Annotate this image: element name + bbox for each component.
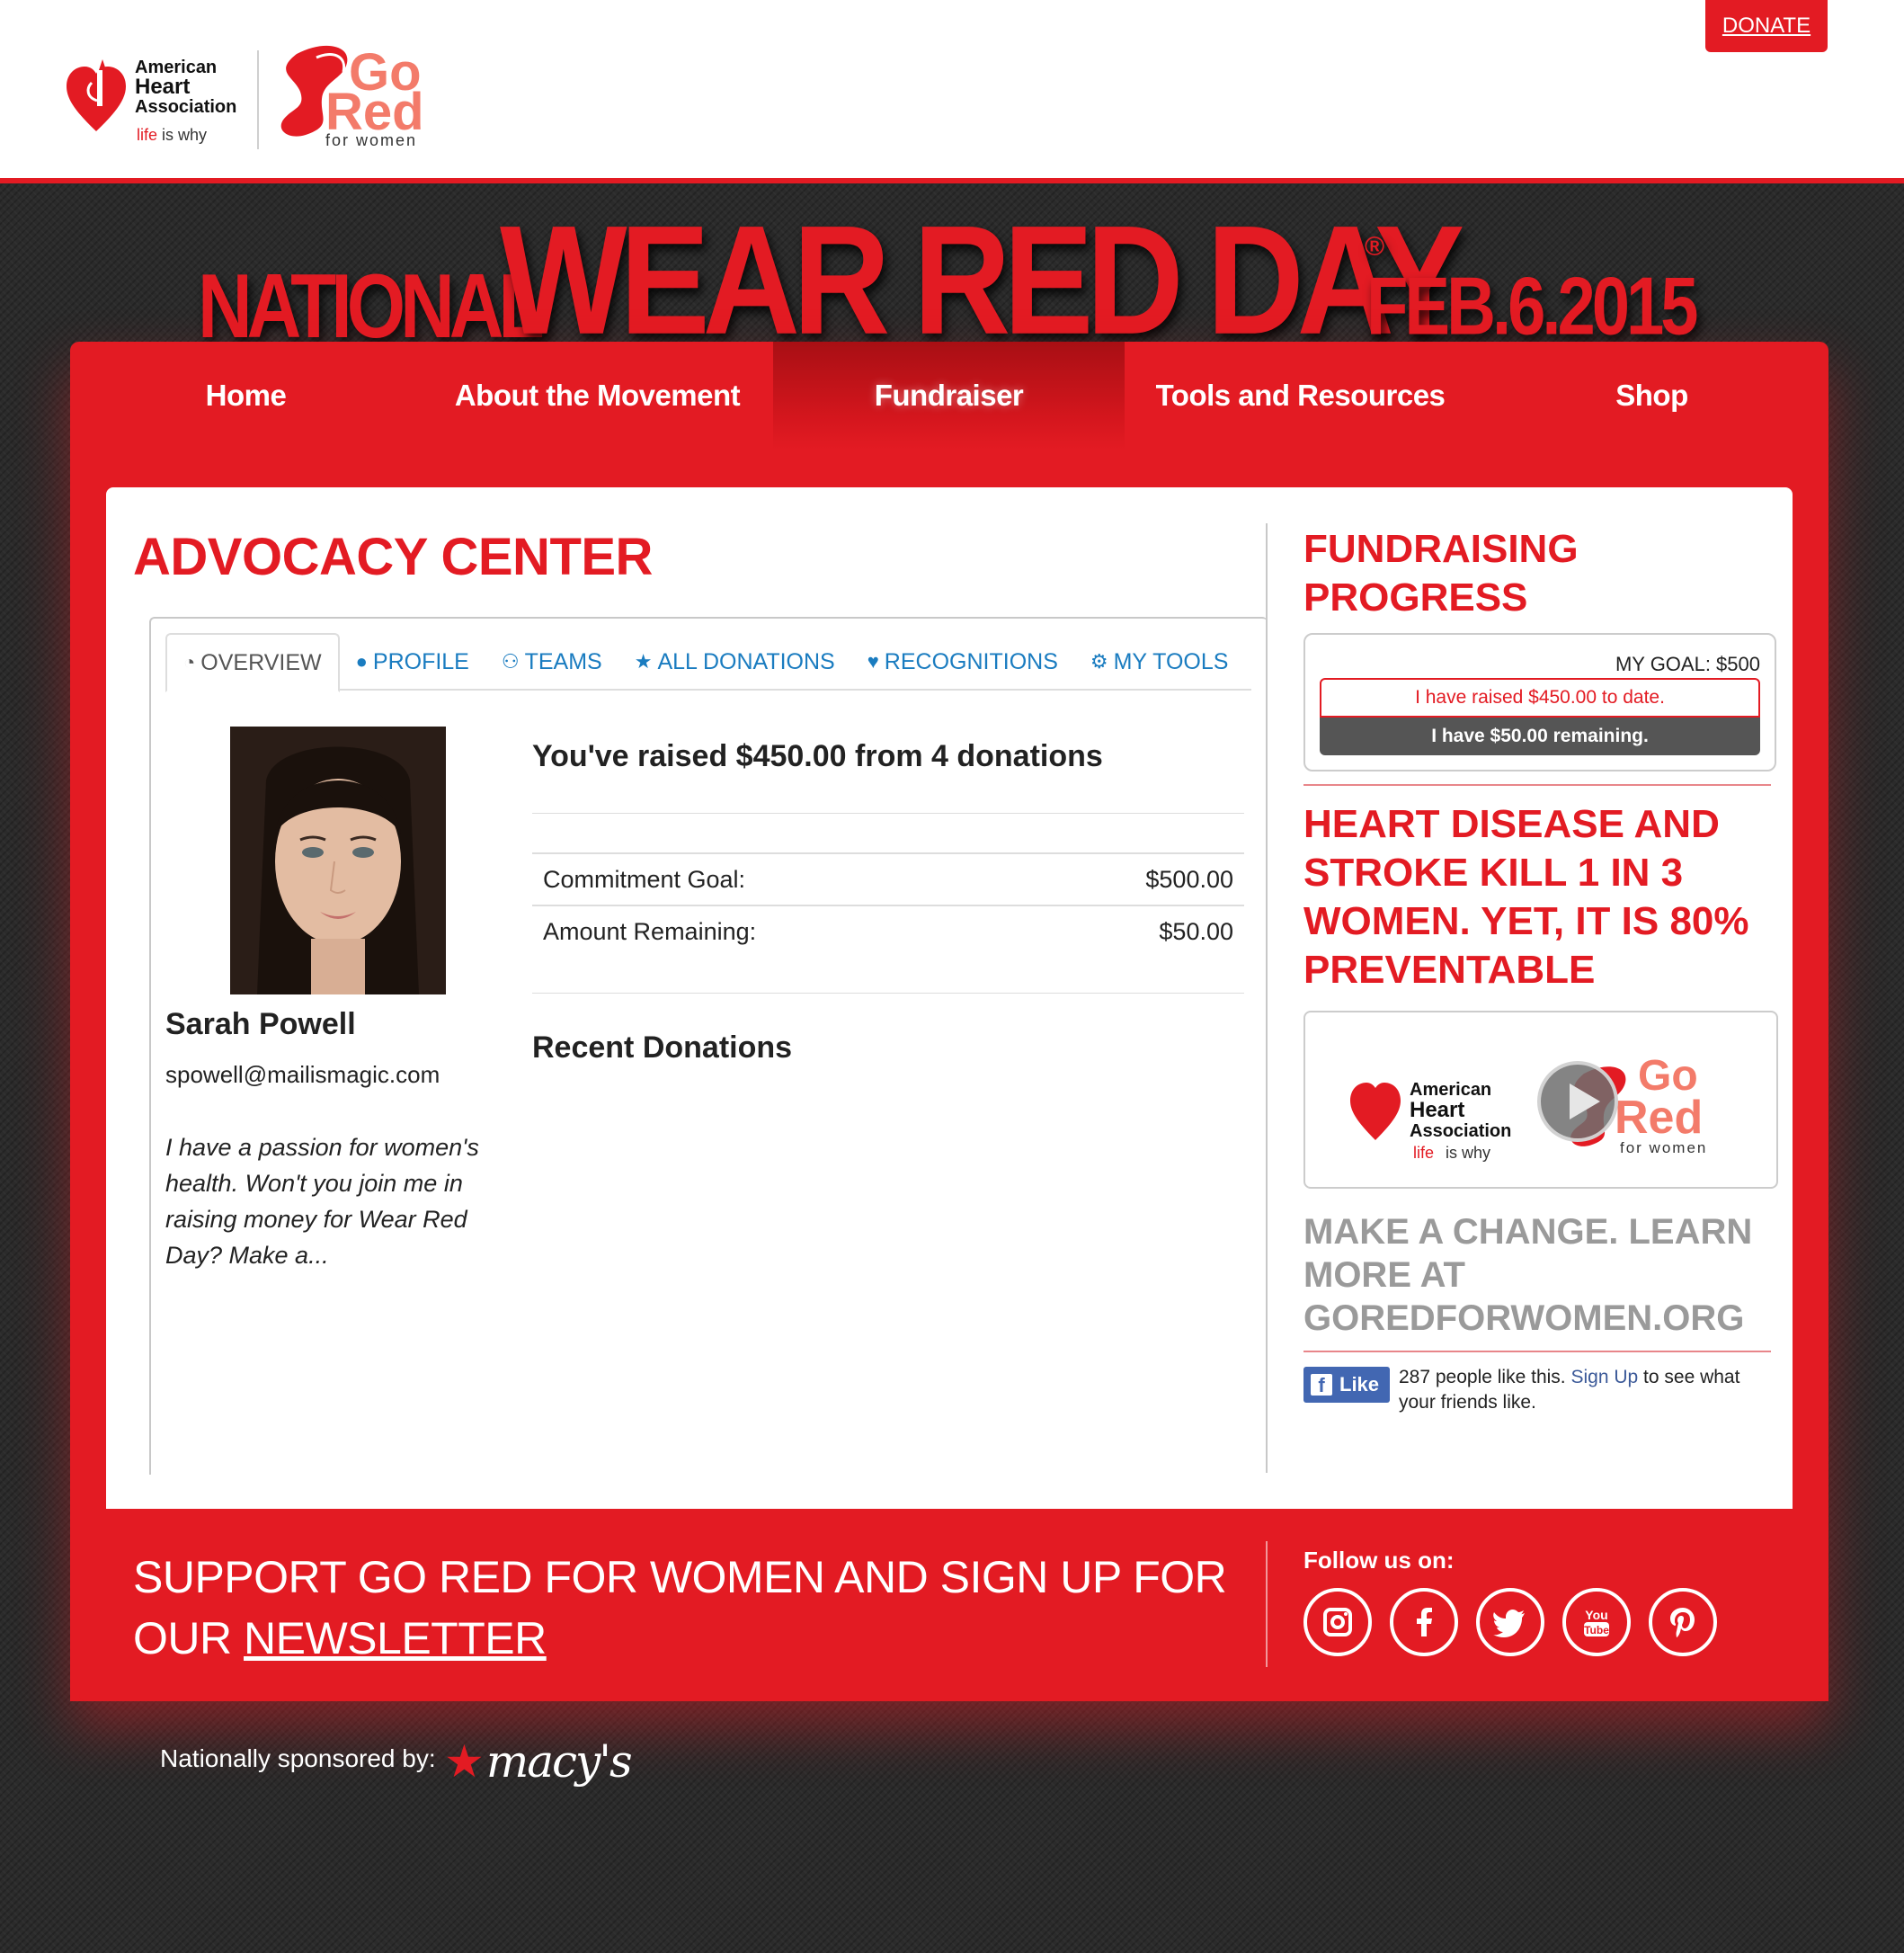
user-email: spowell@mailismagic.com bbox=[165, 1061, 440, 1088]
user-bio: I have a passion for women's health. Won… bbox=[165, 1134, 479, 1269]
tab-all-donations[interactable]: ★ ALL DONATIONS bbox=[618, 633, 851, 691]
divider bbox=[1303, 1351, 1771, 1352]
instagram-icon[interactable] bbox=[1303, 1588, 1372, 1656]
pinterest-icon[interactable] bbox=[1649, 1588, 1717, 1656]
heart-disease-stat: HEART DISEASE AND STROKE KILL 1 IN 3 WOM… bbox=[1303, 802, 1749, 992]
main-nav: Home About the Movement Fundraiser Tools… bbox=[70, 342, 1828, 450]
tab-teams-label: TEAMS bbox=[524, 648, 602, 674]
fundraising-progress-title: FUNDRAISING PROGRESS bbox=[1303, 527, 1579, 620]
facebook-like-button[interactable]: f Like bbox=[1303, 1367, 1390, 1403]
svg-text:Tube: Tube bbox=[1584, 1624, 1609, 1636]
make-a-change-text: MAKE A CHANGE. LEARN MORE AT GOREDFORWOM… bbox=[1303, 1212, 1753, 1338]
nav-item-shop[interactable]: Shop bbox=[1476, 342, 1828, 450]
nav-item-tools[interactable]: Tools and Resources bbox=[1125, 342, 1476, 450]
newsletter-callout: SUPPORT GO RED FOR WOMEN AND SIGN UP FOR… bbox=[133, 1547, 1248, 1669]
facebook-f-icon: f bbox=[1311, 1374, 1332, 1396]
tab-overview-label: OVERVIEW bbox=[200, 649, 322, 675]
banner-date: FEB.6.2015 bbox=[1366, 260, 1699, 352]
facebook-like-label: Like bbox=[1339, 1373, 1380, 1396]
users-icon: ⚇ bbox=[501, 650, 520, 673]
divider bbox=[532, 813, 1244, 814]
user-icon: ● bbox=[355, 650, 368, 673]
svg-text:You: You bbox=[1585, 1608, 1607, 1622]
table-row: Commitment Goal: $500.00 bbox=[532, 852, 1244, 905]
dashboard-icon: ◔ bbox=[183, 651, 196, 673]
tab-my-tools-label: MY TOOLS bbox=[1113, 648, 1229, 674]
video-gored-red: Red bbox=[1615, 1092, 1703, 1144]
heart-torch-icon bbox=[67, 59, 126, 131]
tab-my-tools[interactable]: ⚙ MY TOOLS bbox=[1074, 633, 1245, 691]
video-tag-life: life bbox=[1413, 1144, 1434, 1162]
tab-profile[interactable]: ● PROFILE bbox=[340, 633, 485, 691]
video-tag-rest: is why bbox=[1446, 1144, 1490, 1162]
video-gored-sub: for women bbox=[1620, 1139, 1707, 1156]
nav-item-fundraiser[interactable]: Fundraiser bbox=[773, 342, 1125, 450]
progress-bar-raised: I have raised $450.00 to date. bbox=[1320, 678, 1760, 718]
twitter-icon[interactable] bbox=[1476, 1588, 1544, 1656]
tab-profile-label: PROFILE bbox=[372, 648, 469, 674]
cogs-icon: ⚙ bbox=[1090, 650, 1108, 673]
tagline-life: life bbox=[137, 126, 158, 144]
aha-line3: Association bbox=[135, 97, 237, 117]
user-name: Sarah Powell bbox=[165, 1007, 356, 1041]
top-header: American Heart Association life is why G… bbox=[0, 0, 1904, 183]
newsletter-link[interactable]: NEWSLETTER bbox=[244, 1613, 547, 1663]
nav-item-about[interactable]: About the Movement bbox=[422, 342, 773, 450]
video-aha-line3: Association bbox=[1410, 1121, 1511, 1141]
video-player[interactable]: American Heart Association life is why G… bbox=[1303, 1011, 1778, 1189]
youtube-icon[interactable]: You Tube bbox=[1562, 1588, 1631, 1656]
tab-all-donations-label: ALL DONATIONS bbox=[657, 648, 835, 674]
video-aha-line2: Heart bbox=[1410, 1098, 1464, 1122]
facebook-like-text: 287 people like this. Sign Up to see wha… bbox=[1399, 1365, 1758, 1415]
gored-sub: for women bbox=[325, 131, 417, 149]
play-icon[interactable] bbox=[1537, 1061, 1618, 1142]
social-links: You Tube bbox=[1303, 1588, 1735, 1656]
tagline-rest: is why bbox=[162, 126, 208, 144]
profile-photo bbox=[230, 727, 446, 994]
facebook-count-text: 287 people like this. bbox=[1399, 1367, 1566, 1387]
goal-label: MY GOAL: $500 bbox=[1615, 653, 1760, 675]
divider bbox=[532, 993, 1244, 994]
donate-button[interactable]: DONATE bbox=[1705, 0, 1828, 52]
facebook-icon[interactable] bbox=[1390, 1588, 1458, 1656]
stat-label: Commitment Goal: bbox=[532, 852, 1019, 905]
table-row: Amount Remaining: $50.00 bbox=[532, 905, 1244, 958]
logo-divider bbox=[257, 50, 259, 149]
facebook-signup-link[interactable]: Sign Up bbox=[1570, 1367, 1638, 1387]
go-red-for-women-logo[interactable]: Go Red for women bbox=[270, 36, 440, 149]
raised-summary: You've raised $450.00 from 4 donations bbox=[532, 739, 1103, 773]
tab-overview[interactable]: ◔ OVERVIEW bbox=[165, 633, 340, 692]
banner-title: NATIONAL WEAR RED DAY ® FEB.6.2015 bbox=[189, 192, 1717, 366]
progress-bar-remaining: I have $50.00 remaining. bbox=[1320, 718, 1760, 755]
video-aha-line1: American bbox=[1410, 1080, 1491, 1100]
sponsor-label: Nationally sponsored by: bbox=[160, 1744, 436, 1772]
stat-label: Amount Remaining: bbox=[532, 905, 1019, 958]
tab-recognitions[interactable]: ♥ RECOGNITIONS bbox=[851, 633, 1074, 691]
column-divider bbox=[1266, 523, 1268, 1473]
nav-item-home[interactable]: Home bbox=[70, 342, 422, 450]
macys-logo[interactable]: ★macy's bbox=[444, 1735, 633, 1788]
stat-value: $500.00 bbox=[1018, 852, 1244, 905]
stats-table: Commitment Goal: $500.00 Amount Remainin… bbox=[532, 852, 1244, 958]
macys-wordmark: macy's bbox=[485, 1735, 633, 1788]
footer-divider bbox=[1266, 1541, 1268, 1667]
tab-recognitions-label: RECOGNITIONS bbox=[884, 648, 1058, 674]
follow-us-label: Follow us on: bbox=[1303, 1547, 1455, 1574]
banner-registered-mark: ® bbox=[1365, 232, 1385, 262]
stat-value: $50.00 bbox=[1018, 905, 1244, 958]
aha-tagline: life is why bbox=[137, 126, 207, 145]
heart-icon: ♥ bbox=[867, 650, 879, 673]
recent-donations-heading: Recent Donations bbox=[532, 1030, 793, 1065]
tab-teams[interactable]: ⚇ TEAMS bbox=[485, 633, 618, 691]
aha-line2: Heart bbox=[135, 75, 191, 99]
goal-box: MY GOAL: $500 I have raised $450.00 to d… bbox=[1303, 633, 1776, 771]
page-title: ADVOCACY CENTER bbox=[133, 528, 653, 586]
divider bbox=[1303, 784, 1771, 786]
advocacy-tabs: ◔ OVERVIEW ● PROFILE ⚇ TEAMS ★ ALL DONAT… bbox=[165, 633, 1251, 692]
macys-star-icon: ★ bbox=[444, 1735, 485, 1788]
american-heart-association-logo[interactable]: American Heart Association life is why bbox=[67, 49, 246, 149]
star-icon: ★ bbox=[634, 650, 653, 673]
